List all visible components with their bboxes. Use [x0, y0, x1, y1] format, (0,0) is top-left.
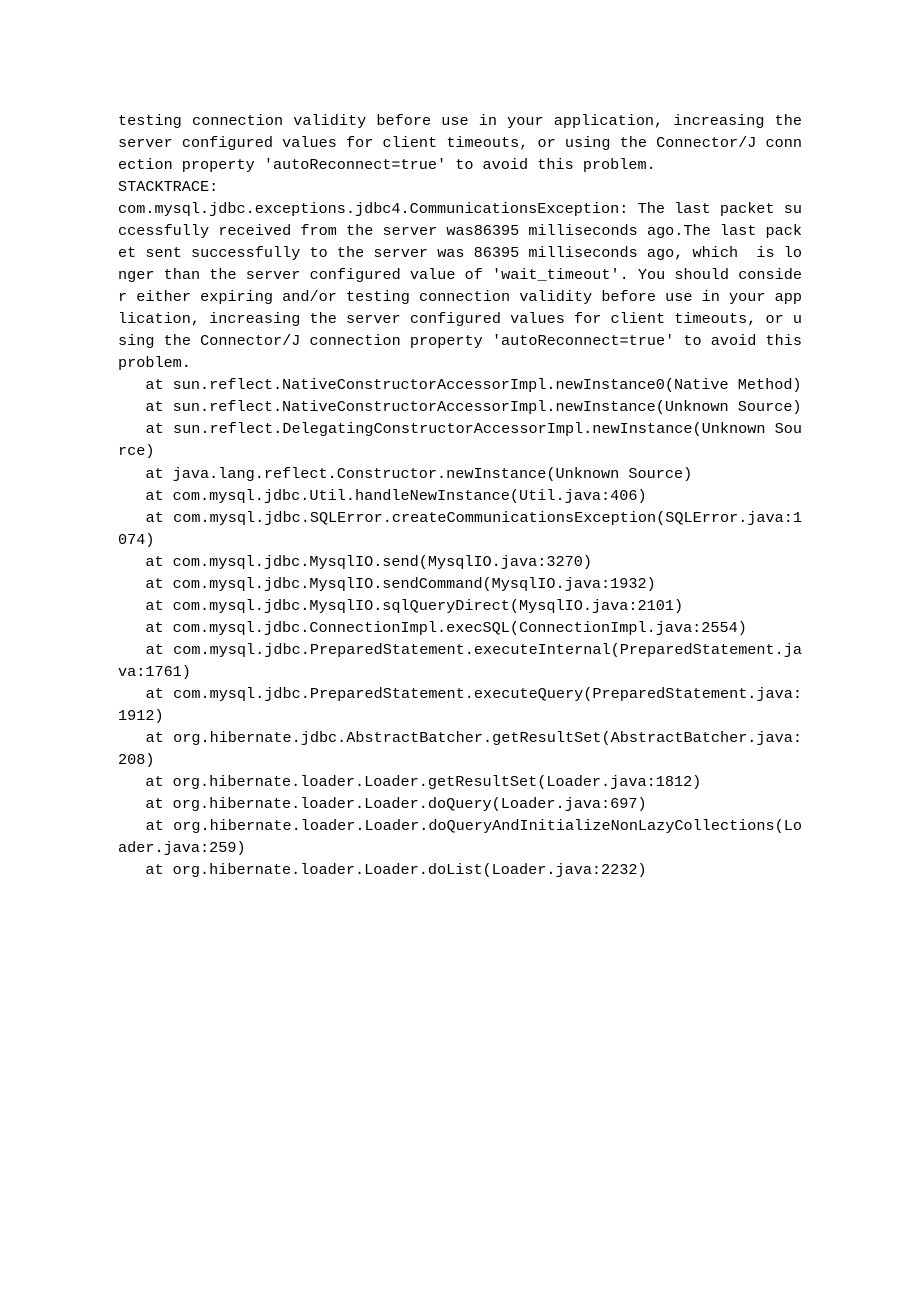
stacktrace-line: at java.lang.reflect.Constructor.newInst…: [118, 463, 802, 485]
stacktrace-line: at org.hibernate.jdbc.AbstractBatcher.ge…: [118, 727, 802, 771]
stacktrace-line: at com.mysql.jdbc.ConnectionImpl.execSQL…: [118, 617, 802, 639]
stacktrace-line: at org.hibernate.loader.Loader.doQuery(L…: [118, 793, 802, 815]
stacktrace-line: at com.mysql.jdbc.PreparedStatement.exec…: [118, 639, 802, 683]
stacktrace-line: at com.mysql.jdbc.PreparedStatement.exec…: [118, 683, 802, 727]
stacktrace-line: at com.mysql.jdbc.MysqlIO.send(MysqlIO.j…: [118, 551, 802, 573]
stacktrace-line: at com.mysql.jdbc.Util.handleNewInstance…: [118, 485, 802, 507]
log-line: STACKTRACE:: [118, 176, 802, 198]
stacktrace-line: at com.mysql.jdbc.MysqlIO.sqlQueryDirect…: [118, 595, 802, 617]
stacktrace-line: at com.mysql.jdbc.SQLError.createCommuni…: [118, 507, 802, 551]
stacktrace-line: at org.hibernate.loader.Loader.doQueryAn…: [118, 815, 802, 859]
stacktrace-line: at com.mysql.jdbc.MysqlIO.sendCommand(My…: [118, 573, 802, 595]
stacktrace-line: at sun.reflect.NativeConstructorAccessor…: [118, 396, 802, 418]
log-line: com.mysql.jdbc.exceptions.jdbc4.Communic…: [118, 198, 802, 374]
stacktrace-line: at sun.reflect.NativeConstructorAccessor…: [118, 374, 802, 396]
stacktrace-line: at sun.reflect.DelegatingConstructorAcce…: [118, 418, 802, 462]
log-line: testing connection validity before use i…: [118, 110, 802, 176]
stacktrace-line: at org.hibernate.loader.Loader.getResult…: [118, 771, 802, 793]
stacktrace-line: at org.hibernate.loader.Loader.doList(Lo…: [118, 859, 802, 881]
